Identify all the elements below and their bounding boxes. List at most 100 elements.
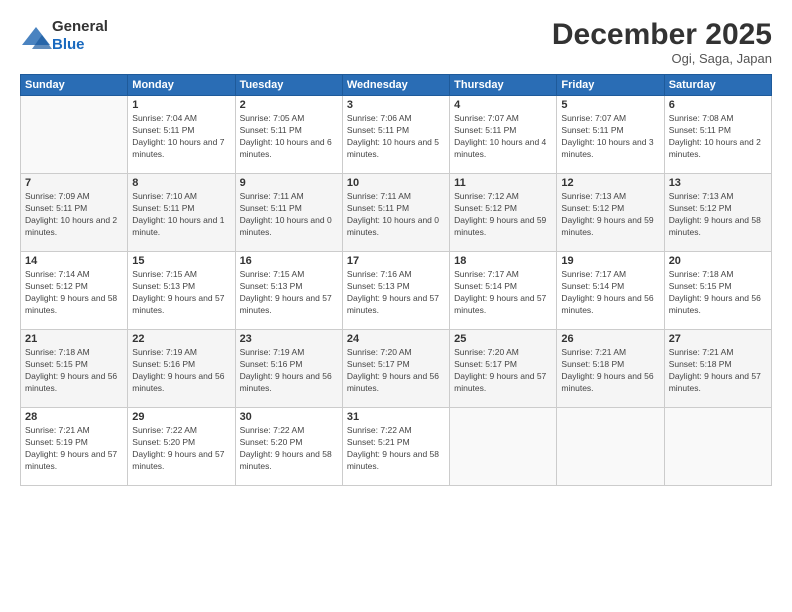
day-number: 22	[132, 333, 230, 345]
day-number: 4	[454, 99, 552, 111]
day-number: 15	[132, 255, 230, 267]
day-info: Sunrise: 7:10 AMSunset: 5:11 PMDaylight:…	[132, 191, 224, 237]
logo-blue: Blue	[52, 36, 85, 53]
table-row: 9 Sunrise: 7:11 AMSunset: 5:11 PMDaylight…	[235, 174, 342, 252]
header-tuesday: Tuesday	[235, 75, 342, 96]
day-info: Sunrise: 7:11 AMSunset: 5:11 PMDaylight:…	[347, 191, 439, 237]
table-row: 4Sunrise: 7:07 AMSunset: 5:11 PMDaylight…	[450, 96, 557, 174]
table-row: 15Sunrise: 7:15 AMSunset: 5:13 PMDayligh…	[128, 252, 235, 330]
day-number: 20	[669, 255, 767, 267]
day-info: Sunrise: 7:20 AMSunset: 5:17 PMDaylight:…	[347, 347, 439, 393]
header-wednesday: Wednesday	[342, 75, 449, 96]
day-info: Sunrise: 7:19 AMSunset: 5:16 PMDaylight:…	[132, 347, 224, 393]
table-row: 14Sunrise: 7:14 AMSunset: 5:12 PMDayligh…	[21, 252, 128, 330]
day-number: 27	[669, 333, 767, 345]
day-info: Sunrise: 7:13 AMSunset: 5:12 PMDaylight:…	[561, 191, 653, 237]
table-row: 16Sunrise: 7:15 AMSunset: 5:13 PMDayligh…	[235, 252, 342, 330]
day-number: 3	[347, 99, 445, 111]
table-row: 27 Sunrise: 7:21 AMSunset: 5:18 PMDayligh…	[664, 330, 771, 408]
day-number: 12	[561, 177, 659, 189]
day-number: 17	[347, 255, 445, 267]
day-info: Sunrise: 7:17 AMSunset: 5:14 PMDaylight:…	[454, 269, 546, 315]
day-number: 21	[25, 333, 123, 345]
table-row: 25 Sunrise: 7:20 AMSunset: 5:17 PMDayligh…	[450, 330, 557, 408]
day-number: 5	[561, 99, 659, 111]
day-number: 18	[454, 255, 552, 267]
day-info: Sunrise: 7:17 AMSunset: 5:14 PMDaylight:…	[561, 269, 653, 315]
day-info: Sunrise: 7:22 AMSunset: 5:20 PMDaylight:…	[240, 425, 332, 471]
logo-text: General Blue	[52, 18, 108, 54]
logo-icon	[20, 25, 48, 47]
page-header: General Blue December 2025 Ogi, Saga, Ja…	[20, 18, 772, 66]
table-row: 22 Sunrise: 7:19 AMSunset: 5:16 PMDayligh…	[128, 330, 235, 408]
table-row: 26Sunrise: 7:21 AMSunset: 5:18 PMDayligh…	[557, 330, 664, 408]
table-row: 5Sunrise: 7:07 AMSunset: 5:11 PMDaylight…	[557, 96, 664, 174]
day-info: Sunrise: 7:12 AMSunset: 5:12 PMDaylight:…	[454, 191, 546, 237]
logo-general: General	[52, 18, 108, 35]
day-number: 28	[25, 411, 123, 423]
table-row	[450, 408, 557, 486]
table-row: 30 Sunrise: 7:22 AMSunset: 5:20 PMDayligh…	[235, 408, 342, 486]
calendar-week-row: 14Sunrise: 7:14 AMSunset: 5:12 PMDayligh…	[21, 252, 772, 330]
day-info: Sunrise: 7:05 AMSunset: 5:11 PMDaylight:…	[240, 113, 332, 159]
table-row: 8Sunrise: 7:10 AMSunset: 5:11 PMDaylight…	[128, 174, 235, 252]
header-saturday: Saturday	[664, 75, 771, 96]
day-number: 19	[561, 255, 659, 267]
day-number: 1	[132, 99, 230, 111]
calendar-week-row: 28Sunrise: 7:21 AMSunset: 5:19 PMDayligh…	[21, 408, 772, 486]
location: Ogi, Saga, Japan	[552, 51, 772, 66]
day-info: Sunrise: 7:11 AMSunset: 5:11 PMDaylight:…	[240, 191, 332, 237]
table-row: 6Sunrise: 7:08 AMSunset: 5:11 PMDaylight…	[664, 96, 771, 174]
table-row: 20Sunrise: 7:18 AMSunset: 5:15 PMDayligh…	[664, 252, 771, 330]
day-number: 30	[240, 411, 338, 423]
table-row: 28Sunrise: 7:21 AMSunset: 5:19 PMDayligh…	[21, 408, 128, 486]
day-number: 11	[454, 177, 552, 189]
day-info: Sunrise: 7:04 AMSunset: 5:11 PMDaylight:…	[132, 113, 224, 159]
day-info: Sunrise: 7:15 AMSunset: 5:13 PMDaylight:…	[240, 269, 332, 315]
day-number: 25	[454, 333, 552, 345]
table-row: 2 Sunrise: 7:05 AMSunset: 5:11 PMDaylight…	[235, 96, 342, 174]
day-number: 13	[669, 177, 767, 189]
day-info: Sunrise: 7:16 AMSunset: 5:13 PMDaylight:…	[347, 269, 439, 315]
table-row: 19 Sunrise: 7:17 AMSunset: 5:14 PMDayligh…	[557, 252, 664, 330]
logo: General Blue	[20, 18, 108, 54]
table-row	[21, 96, 128, 174]
day-number: 31	[347, 411, 445, 423]
calendar-week-row: 1 Sunrise: 7:04 AMSunset: 5:11 PMDaylight…	[21, 96, 772, 174]
table-row: 7 Sunrise: 7:09 AMSunset: 5:11 PMDaylight…	[21, 174, 128, 252]
day-info: Sunrise: 7:06 AMSunset: 5:11 PMDaylight:…	[347, 113, 439, 159]
table-row: 12 Sunrise: 7:13 AMSunset: 5:12 PMDayligh…	[557, 174, 664, 252]
day-number: 7	[25, 177, 123, 189]
table-row: 13 Sunrise: 7:13 AMSunset: 5:12 PMDayligh…	[664, 174, 771, 252]
calendar-table: Sunday Monday Tuesday Wednesday Thursday…	[20, 74, 772, 486]
table-row: 29Sunrise: 7:22 AMSunset: 5:20 PMDayligh…	[128, 408, 235, 486]
table-row: 21 Sunrise: 7:18 AMSunset: 5:15 PMDayligh…	[21, 330, 128, 408]
day-number: 10	[347, 177, 445, 189]
calendar-week-row: 21 Sunrise: 7:18 AMSunset: 5:15 PMDayligh…	[21, 330, 772, 408]
table-row: 3 Sunrise: 7:06 AMSunset: 5:11 PMDaylight…	[342, 96, 449, 174]
title-block: December 2025 Ogi, Saga, Japan	[552, 18, 772, 66]
day-info: Sunrise: 7:22 AMSunset: 5:21 PMDaylight:…	[347, 425, 439, 471]
table-row	[557, 408, 664, 486]
month-title: December 2025	[552, 18, 772, 51]
day-info: Sunrise: 7:20 AMSunset: 5:17 PMDaylight:…	[454, 347, 546, 393]
day-info: Sunrise: 7:21 AMSunset: 5:18 PMDaylight:…	[669, 347, 761, 393]
day-number: 23	[240, 333, 338, 345]
day-info: Sunrise: 7:13 AMSunset: 5:12 PMDaylight:…	[669, 191, 761, 237]
day-info: Sunrise: 7:18 AMSunset: 5:15 PMDaylight:…	[25, 347, 117, 393]
table-row: 18 Sunrise: 7:17 AMSunset: 5:14 PMDayligh…	[450, 252, 557, 330]
day-number: 2	[240, 99, 338, 111]
table-row: 1 Sunrise: 7:04 AMSunset: 5:11 PMDaylight…	[128, 96, 235, 174]
day-number: 24	[347, 333, 445, 345]
day-info: Sunrise: 7:19 AMSunset: 5:16 PMDaylight:…	[240, 347, 332, 393]
table-row: 23 Sunrise: 7:19 AMSunset: 5:16 PMDayligh…	[235, 330, 342, 408]
calendar-header-row: Sunday Monday Tuesday Wednesday Thursday…	[21, 75, 772, 96]
day-number: 9	[240, 177, 338, 189]
day-number: 6	[669, 99, 767, 111]
day-info: Sunrise: 7:22 AMSunset: 5:20 PMDaylight:…	[132, 425, 224, 471]
day-info: Sunrise: 7:09 AMSunset: 5:11 PMDaylight:…	[25, 191, 117, 237]
header-friday: Friday	[557, 75, 664, 96]
day-info: Sunrise: 7:14 AMSunset: 5:12 PMDaylight:…	[25, 269, 117, 315]
table-row: 10 Sunrise: 7:11 AMSunset: 5:11 PMDayligh…	[342, 174, 449, 252]
table-row: 31 Sunrise: 7:22 AMSunset: 5:21 PMDayligh…	[342, 408, 449, 486]
